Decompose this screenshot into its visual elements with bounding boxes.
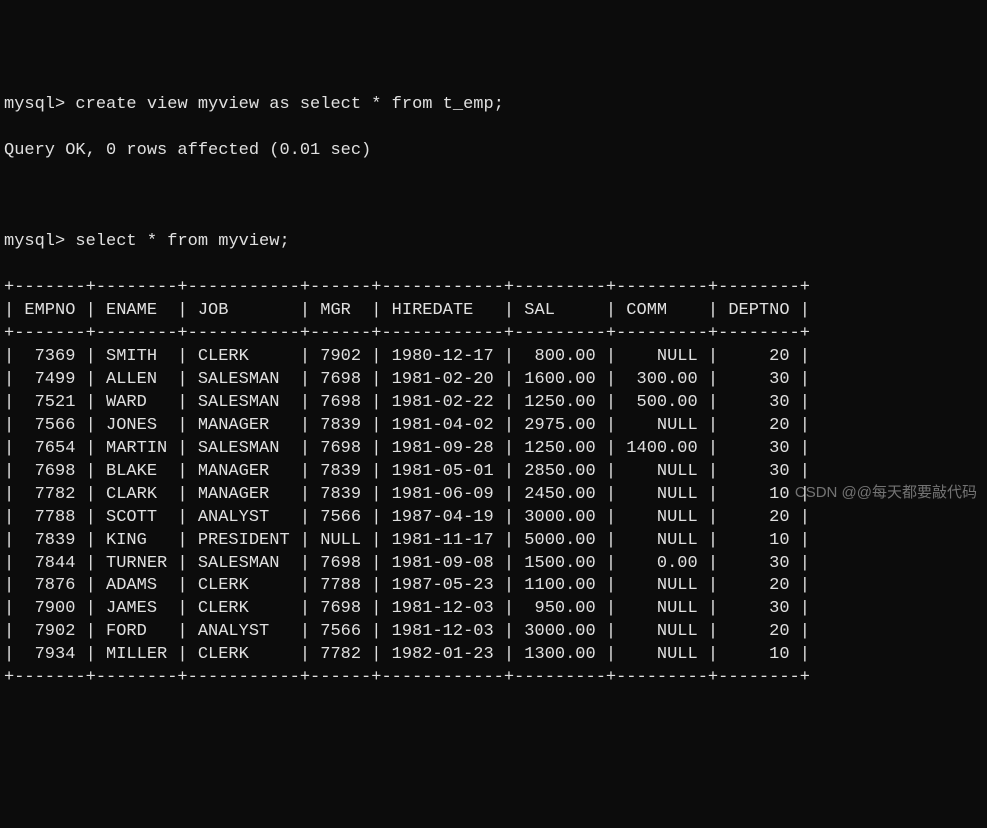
table-row: | 7654 | MARTIN | SALESMAN | 7698 | 1981… [4, 438, 983, 461]
sql-command-2: select * from myview; [75, 232, 289, 251]
table-row: | 7369 | SMITH | CLERK | 7902 | 1980-12-… [4, 346, 983, 369]
command-line-2[interactable]: mysql> select * from myview; [4, 231, 983, 254]
table-row: | 7788 | SCOTT | ANALYST | 7566 | 1987-0… [4, 507, 983, 530]
table-border-bottom: +-------+--------+-----------+------+---… [4, 667, 983, 690]
table-row: | 7934 | MILLER | CLERK | 7782 | 1982-01… [4, 644, 983, 667]
table-row: | 7900 | JAMES | CLERK | 7698 | 1981-12-… [4, 598, 983, 621]
table-border-mid: +-------+--------+-----------+------+---… [4, 323, 983, 346]
query-result-1: Query OK, 0 rows affected (0.01 sec) [4, 140, 983, 163]
mysql-prompt: mysql> [4, 232, 65, 251]
mysql-prompt: mysql> [4, 95, 65, 114]
table-row: | 7566 | JONES | MANAGER | 7839 | 1981-0… [4, 415, 983, 438]
table-row: | 7839 | KING | PRESIDENT | NULL | 1981-… [4, 530, 983, 553]
sql-command-1: create view myview as select * from t_em… [75, 95, 503, 114]
table-row: | 7698 | BLAKE | MANAGER | 7839 | 1981-0… [4, 461, 983, 484]
table-row: | 7876 | ADAMS | CLERK | 7788 | 1987-05-… [4, 575, 983, 598]
table-row: | 7902 | FORD | ANALYST | 7566 | 1981-12… [4, 621, 983, 644]
table-header-row: | EMPNO | ENAME | JOB | MGR | HIREDATE |… [4, 300, 983, 323]
table-border-top: +-------+--------+-----------+------+---… [4, 277, 983, 300]
table-row: | 7844 | TURNER | SALESMAN | 7698 | 1981… [4, 553, 983, 576]
command-line-1[interactable]: mysql> create view myview as select * fr… [4, 94, 983, 117]
table-row: | 7499 | ALLEN | SALESMAN | 7698 | 1981-… [4, 369, 983, 392]
blank-line [4, 186, 983, 209]
table-row: | 7521 | WARD | SALESMAN | 7698 | 1981-0… [4, 392, 983, 415]
watermark-text: CSDN @@每天都要敲代码 [795, 483, 977, 503]
